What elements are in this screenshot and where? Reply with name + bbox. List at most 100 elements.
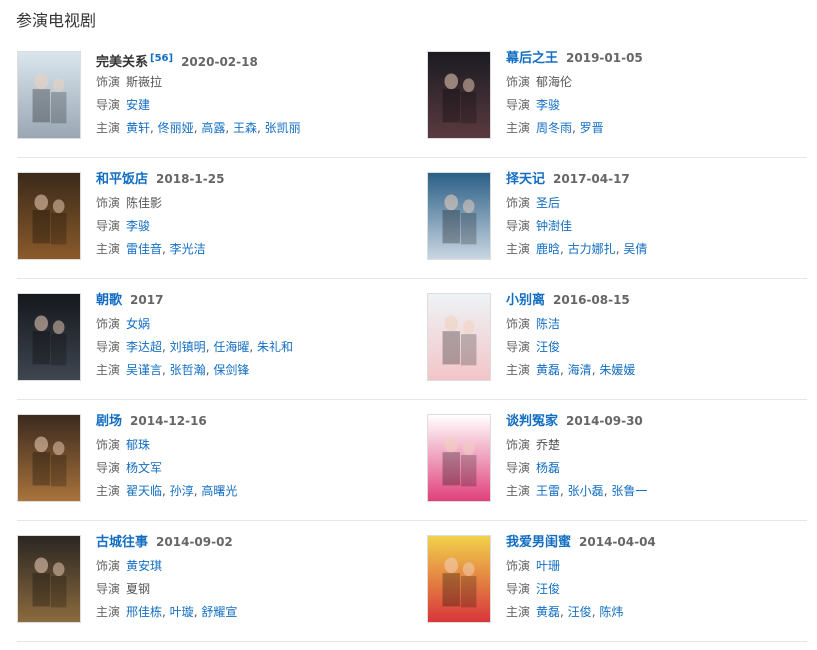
drama-poster[interactable] xyxy=(17,172,81,260)
director-label: 导演 xyxy=(96,219,121,233)
role-name-link[interactable]: 陈洁 xyxy=(536,317,560,331)
drama-row: 和平饭店 2018-1-25 饰演 陈佳影 导演 李骏 主演 雷佳音, 李光洁 择天记 2017-… xyxy=(17,166,807,287)
person-link[interactable]: 杨文军 xyxy=(126,461,162,475)
person-link[interactable]: 翟天临 xyxy=(126,484,162,498)
drama-poster[interactable] xyxy=(17,414,81,502)
person-link[interactable]: 邢佳栋 xyxy=(126,605,162,619)
director-line: 导演 钟澍佳 xyxy=(506,215,647,238)
drama-poster[interactable] xyxy=(427,414,491,502)
drama-title-link[interactable]: 和平饭店 xyxy=(96,172,148,187)
person-link[interactable]: 李光洁 xyxy=(170,242,206,256)
person-link[interactable]: 王森 xyxy=(233,121,257,135)
person-link[interactable]: 汪俊 xyxy=(568,605,592,619)
role-line: 饰演 黄安琪 xyxy=(96,555,237,578)
person-link[interactable]: 雷佳音 xyxy=(126,242,162,256)
drama-title-link[interactable]: 幕后之王 xyxy=(506,51,558,66)
person-link[interactable]: 吴倩 xyxy=(623,242,647,256)
person-name: 夏钢 xyxy=(126,582,151,596)
drama-poster[interactable] xyxy=(427,293,491,381)
drama-poster[interactable] xyxy=(17,293,81,381)
person-link[interactable]: 海清 xyxy=(568,363,592,377)
air-date: 2016-08-15 xyxy=(553,293,630,307)
person-link[interactable]: 孙淳 xyxy=(170,484,194,498)
cast-label: 主演 xyxy=(506,484,531,498)
cast-line: 主演 翟天临, 孙淳, 高曙光 xyxy=(96,480,237,503)
person-link[interactable]: 黄轩 xyxy=(126,121,150,135)
person-link[interactable]: 任海曜 xyxy=(213,340,249,354)
person-link[interactable]: 张凯丽 xyxy=(265,121,301,135)
director-line: 导演 李达超, 刘镇明, 任海曜, 朱礼和 xyxy=(96,336,293,359)
person-link[interactable]: 李骏 xyxy=(126,219,150,233)
role-name-link[interactable]: 叶珊 xyxy=(536,559,560,573)
person-link[interactable]: 王雷 xyxy=(536,484,560,498)
person-link[interactable]: 吴谨言 xyxy=(126,363,162,377)
citation-ref[interactable]: [56] xyxy=(150,53,173,64)
role-line: 饰演 陈洁 xyxy=(506,313,635,336)
person-link[interactable]: 舒耀宣 xyxy=(201,605,237,619)
drama-card: 剧场 2014-12-16 饰演 郁珠 导演 杨文军 主演 翟天临, 孙淳, 高曙光 xyxy=(17,408,407,518)
person-link[interactable]: 刘镇明 xyxy=(170,340,206,354)
role-name-link[interactable]: 女娲 xyxy=(126,317,150,331)
role-name-link[interactable]: 郁珠 xyxy=(126,438,150,452)
person-link[interactable]: 钟澍佳 xyxy=(536,219,572,233)
person-link[interactable]: 高曙光 xyxy=(201,484,237,498)
drama-card: 谈判冤家 2014-09-30 饰演 乔楚 导演 杨磊 主演 王雷, 张小磊, 张鲁一 xyxy=(427,408,817,518)
drama-grid: 完美关系 [56] 2020-02-18 饰演 斯嶶拉 导演 安建 主演 黄轩, 佟丽娅, 高露… xyxy=(17,45,807,650)
drama-title-link[interactable]: 谈判冤家 xyxy=(506,414,558,429)
drama-title-link[interactable]: 古城往事 xyxy=(96,535,148,550)
person-link[interactable]: 汪俊 xyxy=(536,340,560,354)
drama-poster[interactable] xyxy=(427,172,491,260)
person-link[interactable]: 张哲瀚 xyxy=(170,363,206,377)
role-label: 饰演 xyxy=(506,196,531,210)
drama-poster[interactable] xyxy=(17,51,81,139)
person-link[interactable]: 安建 xyxy=(126,98,150,112)
role-label: 饰演 xyxy=(96,438,121,452)
title-line: 完美关系 [56] 2020-02-18 xyxy=(96,47,301,71)
person-link[interactable]: 李骏 xyxy=(536,98,560,112)
person-link[interactable]: 保剑锋 xyxy=(213,363,249,377)
person-link[interactable]: 张小磊 xyxy=(568,484,604,498)
name-separator: , xyxy=(560,242,568,256)
person-link[interactable]: 叶璇 xyxy=(170,605,194,619)
drama-title-link[interactable]: 朝歌 xyxy=(96,293,122,308)
air-date: 2014-09-30 xyxy=(566,414,643,428)
drama-title-link[interactable]: 我爱男闺蜜 xyxy=(506,535,571,550)
role-name-link[interactable]: 黄安琪 xyxy=(126,559,162,573)
drama-poster[interactable] xyxy=(427,535,491,623)
director-line: 导演 杨文军 xyxy=(96,457,237,480)
person-link[interactable]: 朱礼和 xyxy=(257,340,293,354)
person-link[interactable]: 鹿晗 xyxy=(536,242,560,256)
drama-title-link[interactable]: 剧场 xyxy=(96,414,122,429)
drama-info: 古城往事 2014-09-02 饰演 黄安琪 导演 夏钢 主演 邢佳栋, 叶璇, 舒耀宣 xyxy=(96,531,237,624)
air-date: 2020-02-18 xyxy=(181,55,258,69)
drama-title-link[interactable]: 择天记 xyxy=(506,172,545,187)
person-link[interactable]: 朱媛媛 xyxy=(599,363,635,377)
cast-label: 主演 xyxy=(506,242,531,256)
air-date: 2019-01-05 xyxy=(566,51,643,65)
person-link[interactable]: 张鲁一 xyxy=(611,484,647,498)
role-line: 饰演 斯嶶拉 xyxy=(96,71,301,94)
person-link[interactable]: 周冬雨 xyxy=(536,121,572,135)
drama-card: 和平饭店 2018-1-25 饰演 陈佳影 导演 李骏 主演 雷佳音, 李光洁 xyxy=(17,166,407,276)
person-link[interactable]: 黄磊 xyxy=(536,363,560,377)
role-line: 饰演 圣后 xyxy=(506,192,647,215)
person-link[interactable]: 高露 xyxy=(201,121,225,135)
person-link[interactable]: 陈炜 xyxy=(599,605,623,619)
role-label: 饰演 xyxy=(96,75,121,89)
drama-poster[interactable] xyxy=(17,535,81,623)
person-link[interactable]: 汪俊 xyxy=(536,582,560,596)
person-link[interactable]: 李达超 xyxy=(126,340,162,354)
person-link[interactable]: 杨磊 xyxy=(536,461,560,475)
cast-label: 主演 xyxy=(506,121,531,135)
role-label: 饰演 xyxy=(506,559,531,573)
drama-poster[interactable] xyxy=(427,51,491,139)
person-link[interactable]: 佟丽娅 xyxy=(158,121,194,135)
person-link[interactable]: 黄磊 xyxy=(536,605,560,619)
drama-info: 剧场 2014-12-16 饰演 郁珠 导演 杨文军 主演 翟天临, 孙淳, 高曙光 xyxy=(96,410,237,503)
name-separator: , xyxy=(162,242,170,256)
person-link[interactable]: 古力娜扎 xyxy=(568,242,616,256)
drama-title-link[interactable]: 小别离 xyxy=(506,293,545,308)
person-link[interactable]: 罗晋 xyxy=(580,121,604,135)
role-name-link[interactable]: 圣后 xyxy=(536,196,560,210)
drama-card: 幕后之王 2019-01-05 饰演 郁海伦 导演 李骏 主演 周冬雨, 罗晋 xyxy=(427,45,817,155)
